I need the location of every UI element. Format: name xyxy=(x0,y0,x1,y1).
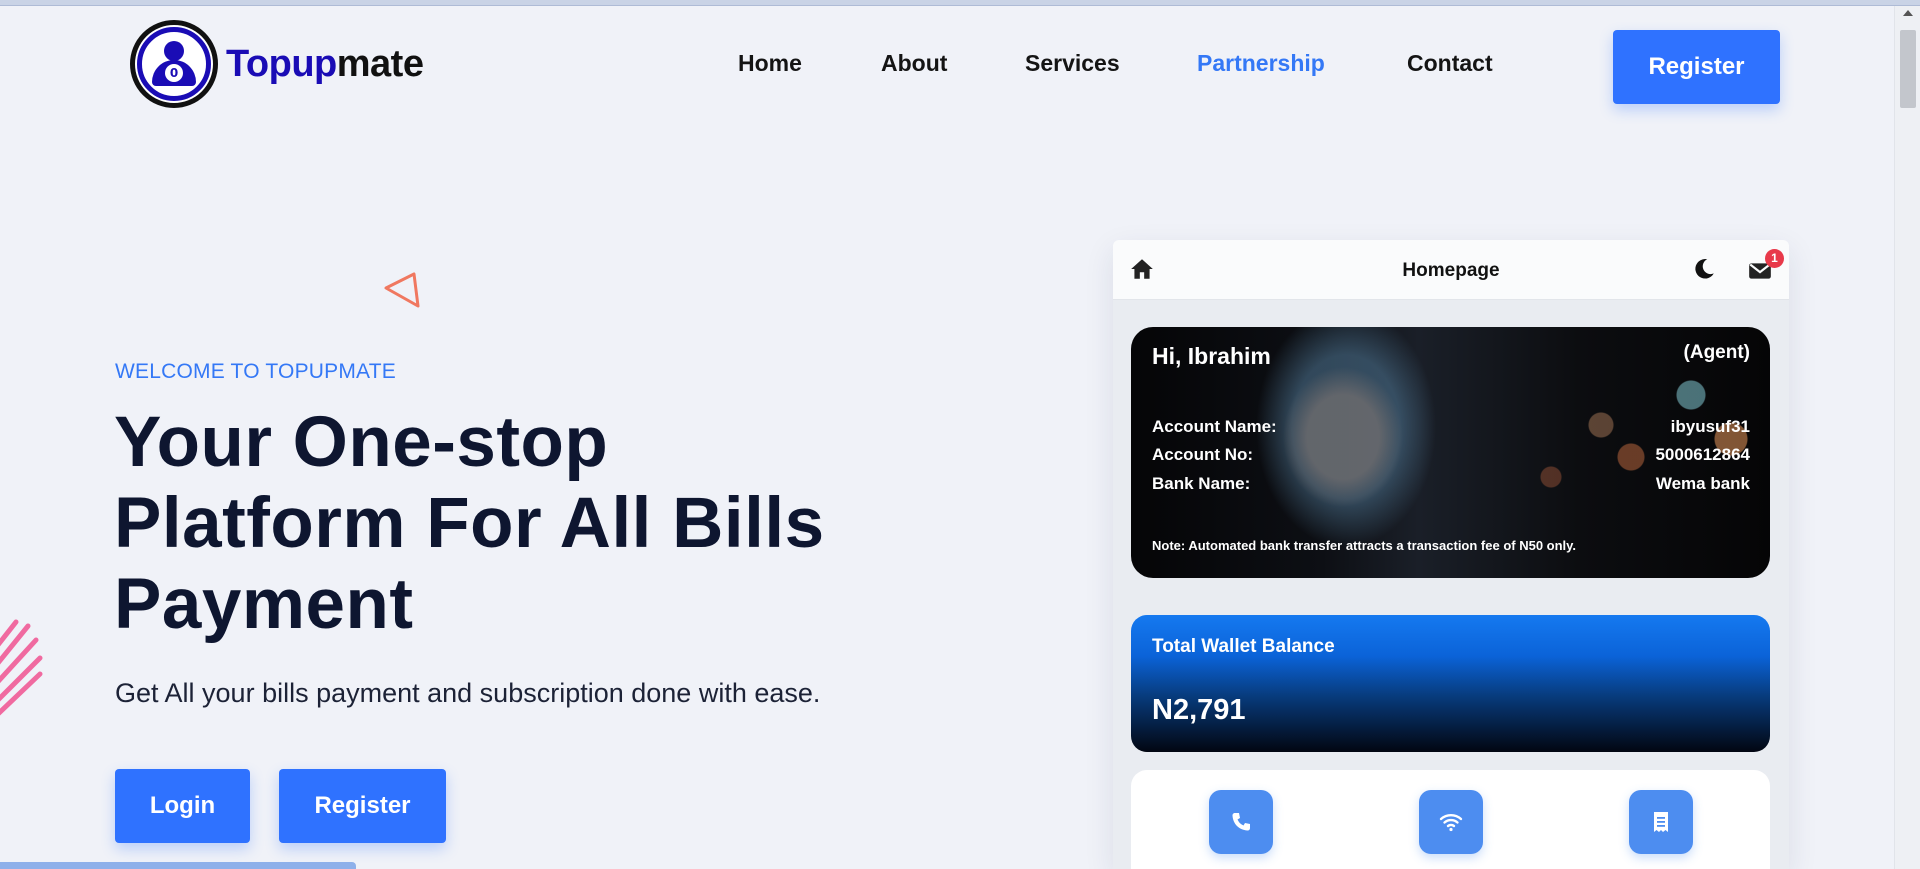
phone-icon xyxy=(1232,813,1250,831)
wallet-balance-amount: N2,791 xyxy=(1152,694,1246,726)
scroll-thumb[interactable] xyxy=(1900,30,1916,108)
decorative-stripes-icon xyxy=(0,619,43,716)
transfer-fee-note: Note: Automated bank transfer attracts a… xyxy=(1152,538,1577,553)
decorative-bottom-bar xyxy=(0,862,356,869)
welcome-tagline: WELCOME TO TOPUPMATE xyxy=(115,360,396,383)
account-card: Hi, Ibrahim (Agent) Account Name: ibyusu… xyxy=(1131,327,1770,578)
site-logo[interactable]: 0 Topupmate xyxy=(130,20,424,108)
browser-top-edge xyxy=(0,0,1920,6)
nav-item-about[interactable]: About xyxy=(881,50,947,77)
scroll-up-arrow-icon[interactable] xyxy=(1903,10,1913,16)
user-role: (Agent) xyxy=(1683,342,1750,363)
receipt-icon xyxy=(1654,812,1668,832)
headline-line-1: Your One-stop xyxy=(114,403,609,482)
service-airtime-button[interactable] xyxy=(1209,790,1273,854)
notification-badge: 1 xyxy=(1765,249,1784,268)
headline-line-2: Platform For All Bills xyxy=(114,484,825,563)
login-button[interactable]: Login xyxy=(115,769,250,843)
page-scrollbar[interactable] xyxy=(1894,6,1920,869)
bank-name-value: Wema bank xyxy=(1655,474,1750,493)
hero-register-button[interactable]: Register xyxy=(279,769,446,843)
wifi-icon xyxy=(1439,814,1463,832)
hero-subtext: Get All your bills payment and subscript… xyxy=(115,678,821,708)
service-bills-button[interactable] xyxy=(1629,790,1693,854)
header-register-button[interactable]: Register xyxy=(1613,30,1780,104)
service-data-button[interactable] xyxy=(1419,790,1483,854)
wallet-balance-label: Total Wallet Balance xyxy=(1152,636,1335,657)
logo-coin: 0 xyxy=(165,64,183,82)
logo-mark-icon: 0 xyxy=(130,20,218,108)
brand-name: Topupmate xyxy=(226,42,424,86)
services-card xyxy=(1131,770,1770,869)
wallet-balance-card: Total Wallet Balance N2,791 xyxy=(1131,615,1770,752)
app-preview-mockup: Homepage 1 Hi, Ibrahim (Agent) Account N… xyxy=(1113,240,1789,869)
hero-headline: Your One-stop Platform For All Bills Pay… xyxy=(114,402,934,645)
nav-item-contact[interactable]: Contact xyxy=(1407,50,1493,77)
nav-item-home[interactable]: Home xyxy=(738,50,802,77)
decorative-triangle-icon xyxy=(384,272,420,308)
nav-item-services[interactable]: Services xyxy=(1025,50,1120,77)
greeting: Hi, Ibrahim xyxy=(1152,343,1271,369)
nav-item-partnership[interactable]: Partnership xyxy=(1197,50,1325,77)
bank-name-label: Bank Name: xyxy=(1152,474,1251,493)
app-page-title: Homepage xyxy=(1402,260,1500,281)
account-name-value: ibyusuf31 xyxy=(1670,417,1750,436)
app-topbar: Homepage 1 xyxy=(1113,240,1789,300)
moon-icon xyxy=(1695,259,1714,279)
account-number-value: 5000612864 xyxy=(1655,445,1750,464)
headline-line-3: Payment xyxy=(114,565,414,644)
account-name-label: Account Name: xyxy=(1152,417,1277,436)
brand-name-part1: Topup xyxy=(226,42,337,85)
brand-name-part2: mate xyxy=(336,42,424,85)
account-number-label: Account No: xyxy=(1152,445,1254,464)
